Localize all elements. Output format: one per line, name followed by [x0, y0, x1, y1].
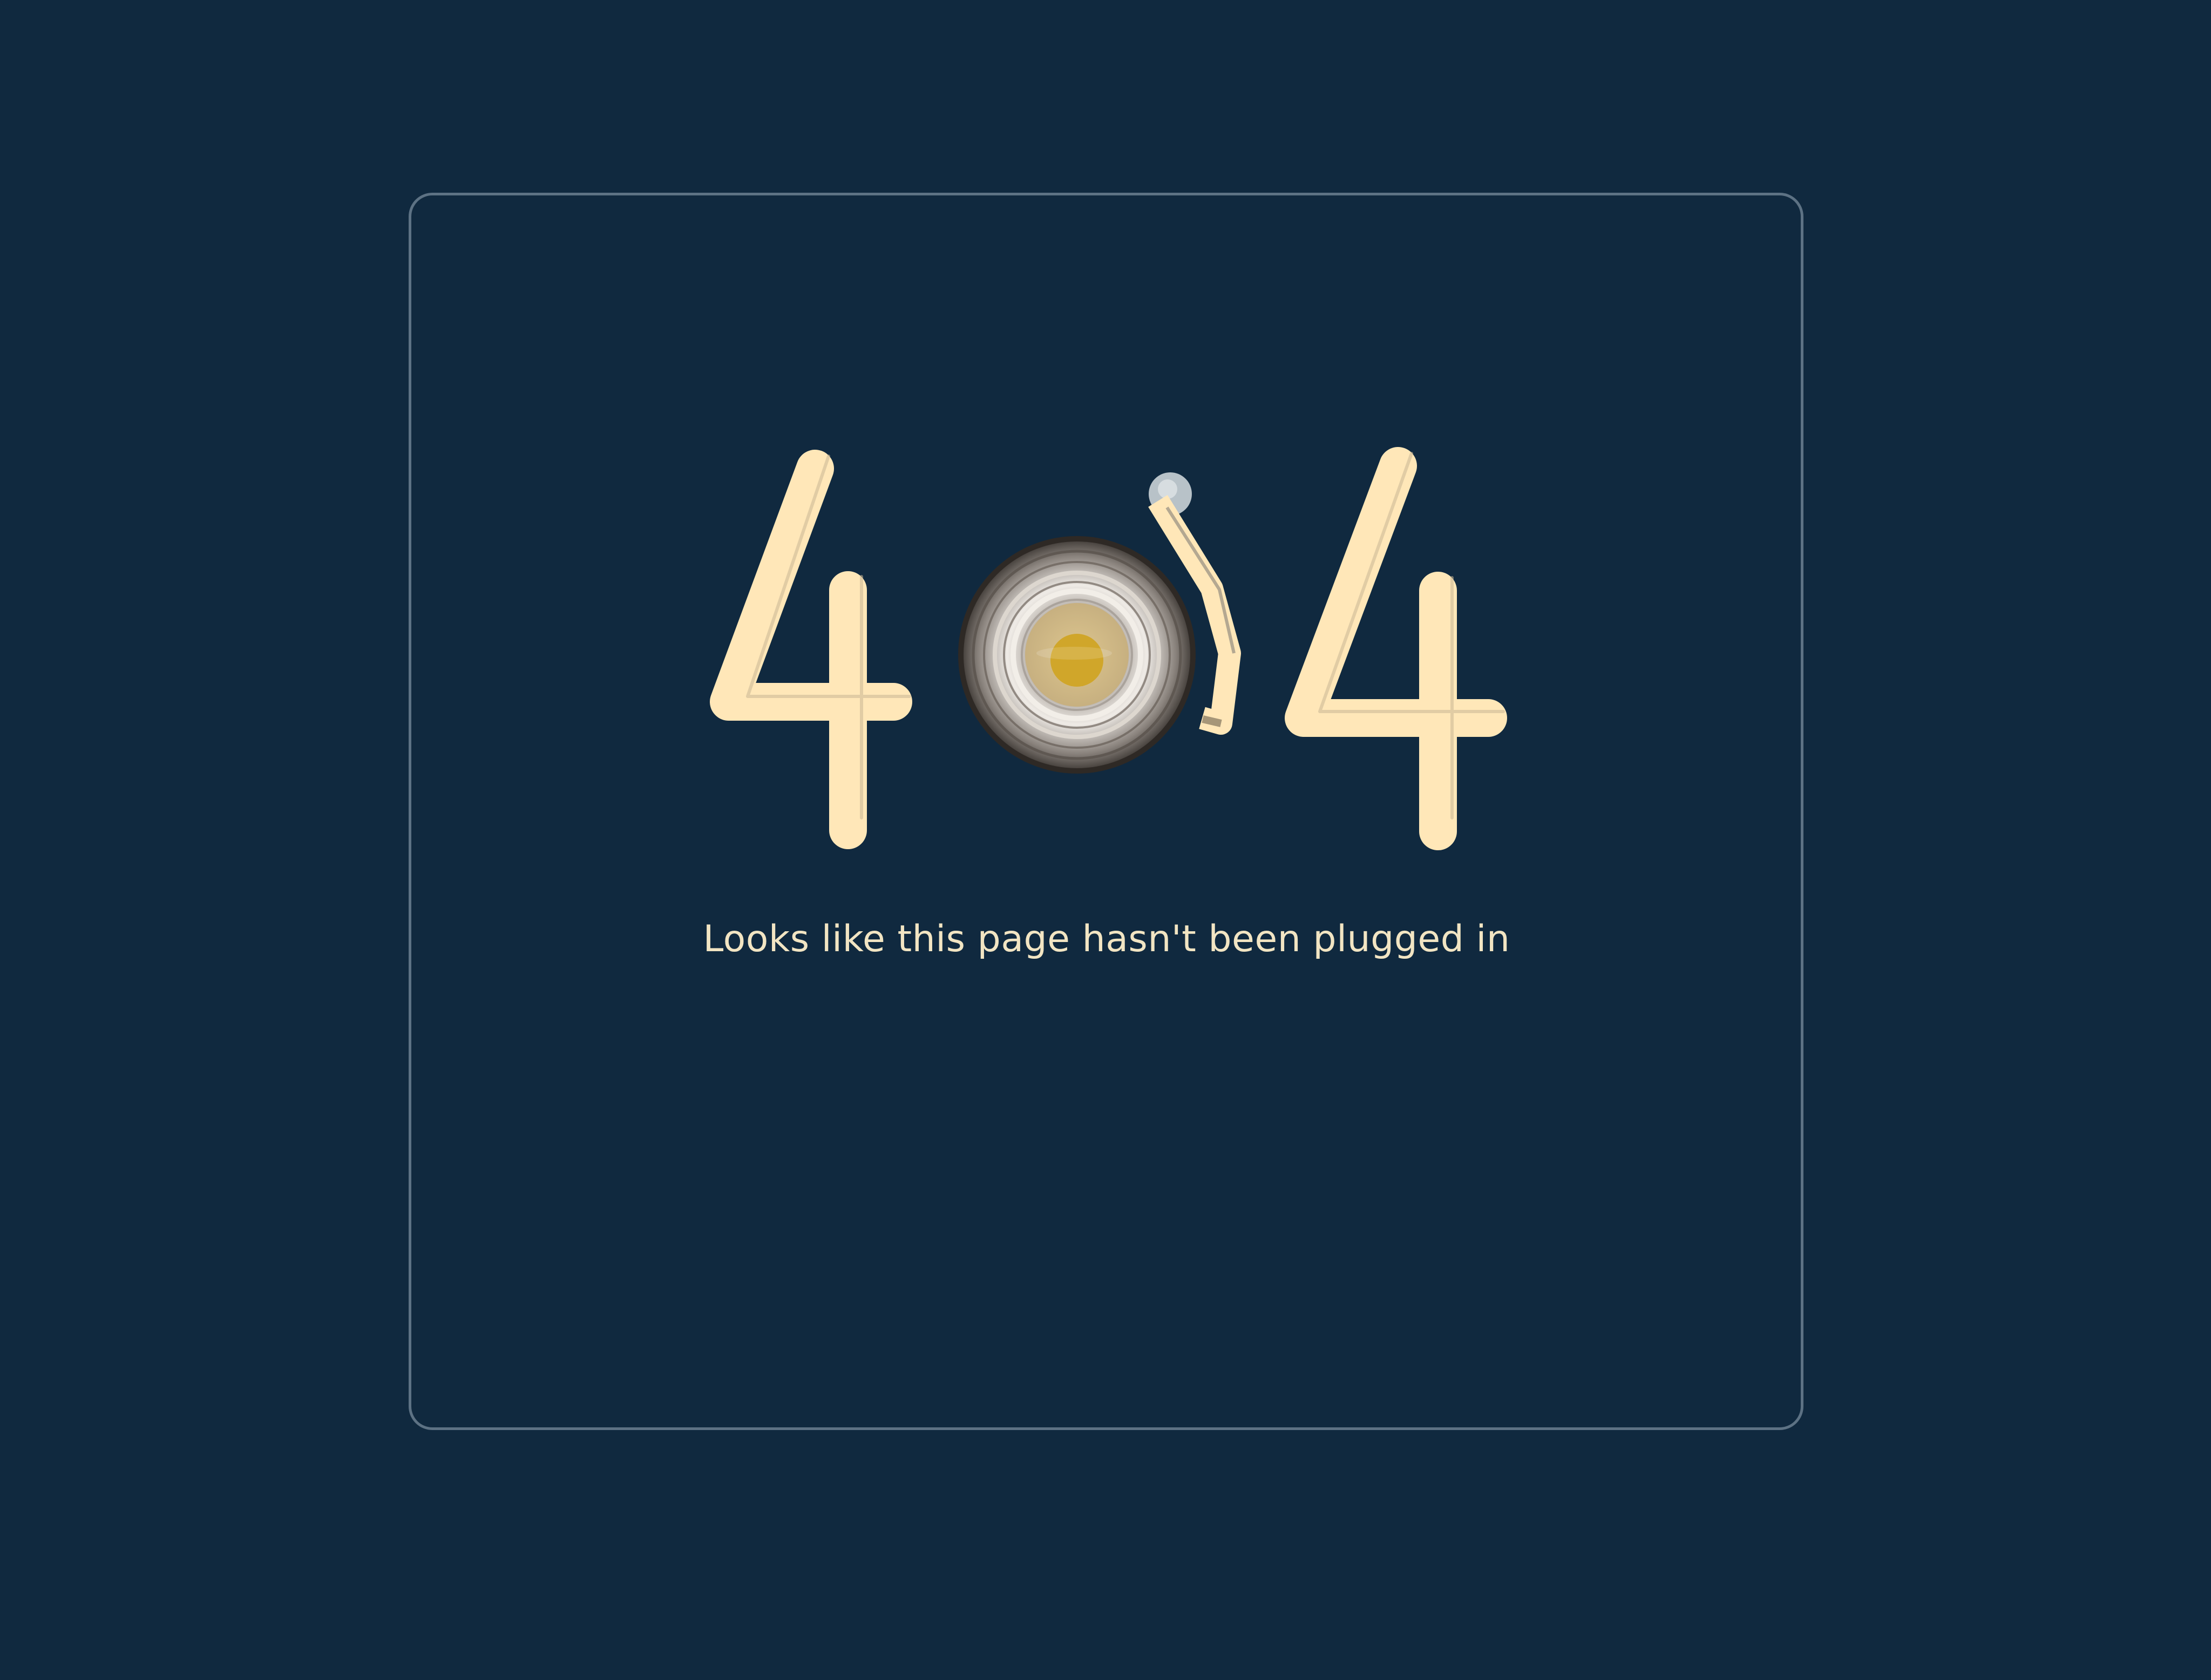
left-four-digit — [710, 450, 912, 849]
vinyl-record-icon — [958, 536, 1196, 774]
error-message: Looks like this page hasn't been plugged… — [703, 918, 1510, 960]
right-four-digit — [1285, 447, 1507, 850]
error-illustration — [710, 447, 1507, 850]
